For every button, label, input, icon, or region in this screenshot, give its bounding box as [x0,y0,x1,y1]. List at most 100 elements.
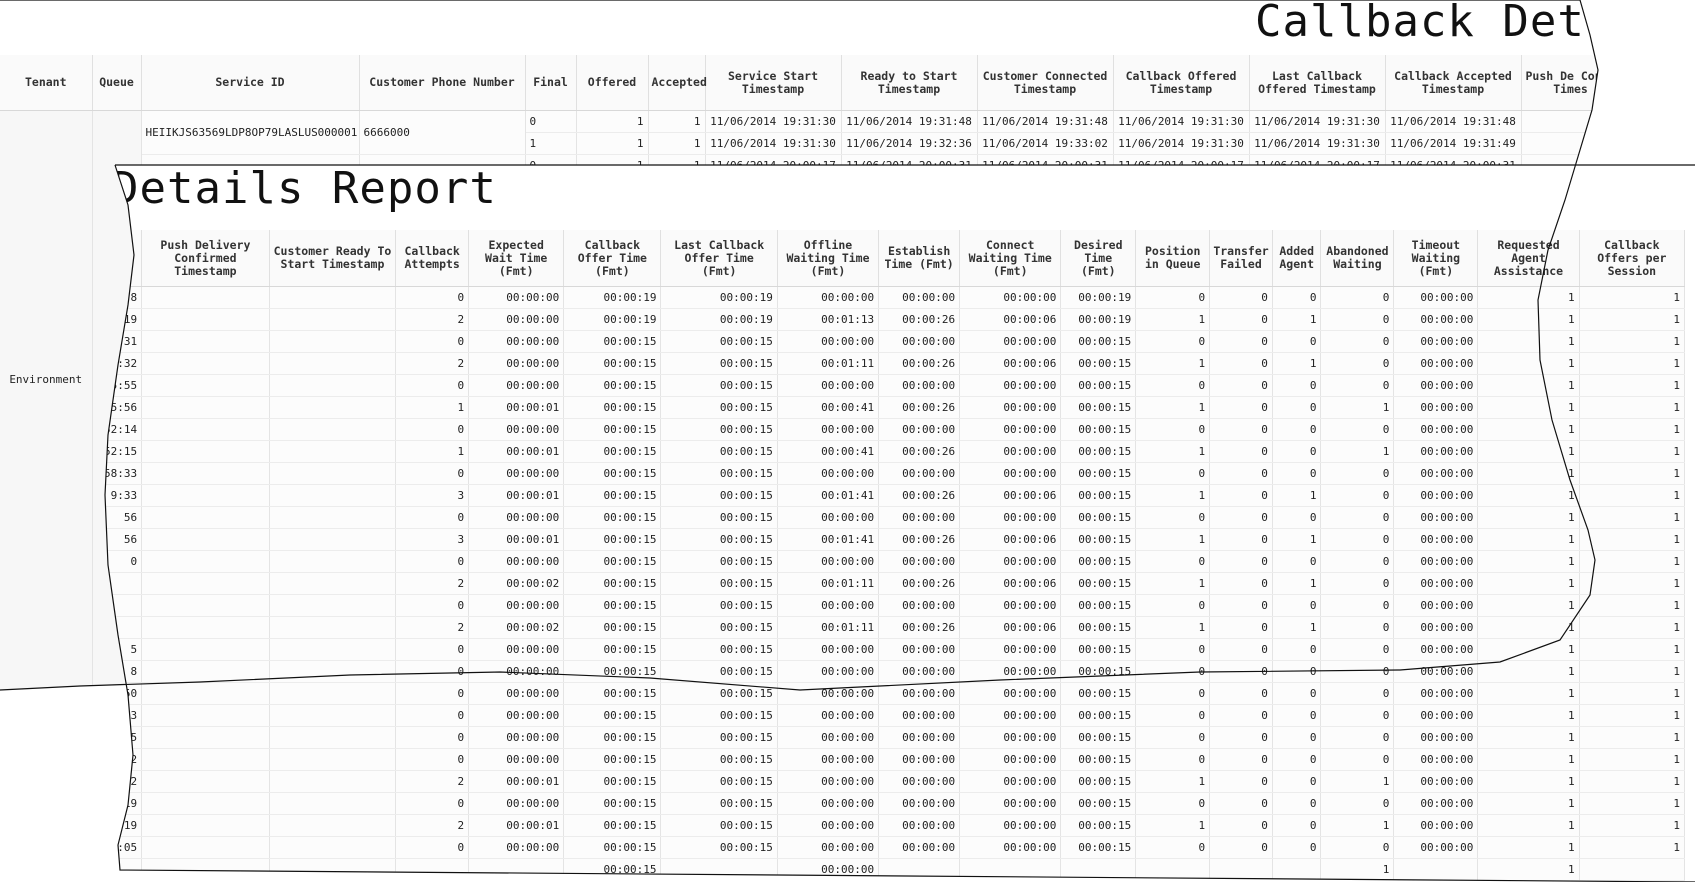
table-row: 31 0 00:00:00 00:00:15 00:00:15 00:00:00 00:00… [105,330,1686,353]
front-col-header: Transfer Failed [1209,230,1273,287]
table-cell [269,308,397,331]
table-cell: 00:01:11 [777,616,880,639]
table-cell: 1 [1579,308,1686,331]
front-col-header: Callback Attempts [395,230,470,287]
back-col-header: Queue [92,55,142,111]
table-cell: 1 [1579,638,1686,661]
table-cell: 1 [1579,418,1686,441]
table-cell: 0 [1320,506,1395,529]
table-cell: 00:01:13 [777,308,880,331]
table-cell: 00:01:11 [777,352,880,375]
front-table-header-row: Push Delivery Confirmed Timestamp Custome… [105,230,1686,287]
front-col-header: Desired Time (Fmt) [1060,230,1137,287]
table-cell: 00:00:00 [468,308,565,331]
table-cell [141,616,270,639]
table-cell: 00:00:00 [1393,352,1479,375]
table-cell [141,528,270,551]
table-cell: 1 [1135,352,1211,375]
table-cell: 00:00:00 [468,462,565,485]
table-cell: 00:00:15 [563,792,662,815]
table-cell: 00:00:00 [468,374,565,397]
table-cell: 00:00:02 [468,616,565,639]
table-cell: 00:00:00 [878,660,961,683]
table-cell: 0 [1209,770,1273,793]
table-cell [141,660,270,683]
table-cell [269,418,397,441]
table-cell: 1 [1579,836,1686,859]
table-cell: 00:00:00 [959,462,1062,485]
table-cell: 00:00:00 [1393,770,1479,793]
table-cell: 00:00:00 [878,286,961,309]
table-cell: 00:00:26 [878,352,961,375]
table-cell: 0 [1272,836,1322,859]
table-cell: 00:00:00 [959,814,1062,837]
table-cell: 0 [1209,726,1273,749]
table-cell [141,770,270,793]
table-cell: 00:00:00 [878,726,961,749]
table-row: Environment HEIIKJS63569LDP8OP79LASLUS000… [0,110,1598,690]
table-cell [1272,858,1322,881]
table-row: 2 00:00:02 00:00:15 00:00:15 00:01:11 00:00:2… [105,616,1686,639]
table-row: 56 0 00:00:00 00:00:15 00:00:15 00:00:00 00:00… [105,506,1686,529]
table-cell: 00:00:15 [563,616,662,639]
back-col-header: Service Start Timestamp [705,55,842,111]
table-cell: 1 [1135,440,1211,463]
table-cell: 00:00:15 [1060,704,1137,727]
table-cell: 00:00:00 [959,748,1062,771]
front-col-header: Position in Queue [1135,230,1211,287]
table-cell: 0 [1272,550,1322,573]
table-cell: 0 [1135,704,1211,727]
table-cell: 00:00:15 [563,770,662,793]
table-cell: 00:00:15 [660,528,778,551]
table-cell: 00:00:00 [878,594,961,617]
table-cell: 00:00:01 [468,440,565,463]
table-cell: 00:00:00 [777,418,880,441]
table-cell: 00:00:00 [878,682,961,705]
table-cell: 0 [1320,484,1395,507]
table-cell: 0 [1272,440,1322,463]
table-cell: 0 [1320,462,1395,485]
table-cell: 00:00:15 [563,352,662,375]
table-cell: 00:00:19 [563,308,662,331]
table-cell: 0 [1320,616,1395,639]
table-cell: 00:00:15 [660,704,778,727]
table-cell: 0 [1209,374,1273,397]
table-cell: 2 [395,616,470,639]
table-cell: 00:00:00 [468,726,565,749]
table-cell: 1 [1272,528,1322,551]
table-cell: 00:00:01 [468,484,565,507]
table-cell: 00:00:00 [959,396,1062,419]
table-cell: 0 [395,506,470,529]
table-cell: 0 [1209,352,1273,375]
table-cell: 00:00:00 [1393,484,1479,507]
table-cell: 00:00:00 [959,418,1062,441]
table-cell: 1 [1135,616,1211,639]
table-cell: :05 [105,836,143,859]
table-cell: 00:00:15 [1060,572,1137,595]
table-cell: 00:00:15 [1060,506,1137,529]
table-cell: 1 [1477,726,1580,749]
table-cell: 1 [1579,572,1686,595]
table-cell: 00:00:15 [1060,374,1137,397]
table-cell: 00:00:15 [1060,748,1137,771]
table-cell: 1 [1477,308,1580,331]
table-cell: 00:00:15 [1060,660,1137,683]
table-cell [269,550,397,573]
table-cell: 0 [1209,550,1273,573]
table-cell: 1 [1320,814,1395,837]
table-cell: 00:00:15 [1060,770,1137,793]
table-cell: 00:00:15 [1060,440,1137,463]
table-cell: 1 [1579,506,1686,529]
table-cell: 00:00:15 [563,418,662,441]
table-cell [141,748,270,771]
table-cell: 00:00:00 [1393,748,1479,771]
front-col-header: Abandoned Waiting [1320,230,1395,287]
table-cell: 0 [395,418,470,441]
table-cell [269,330,397,353]
table-cell: 0 [1320,572,1395,595]
table-cell: 00:00:19 [1060,286,1137,309]
table-cell: 1 [1477,374,1580,397]
table-cell: 0 [1320,748,1395,771]
table-cell: 00:00:15 [1060,462,1137,485]
table-row: 9:33 3 00:00:01 00:00:15 00:00:15 00:01:41 00:… [105,484,1686,507]
